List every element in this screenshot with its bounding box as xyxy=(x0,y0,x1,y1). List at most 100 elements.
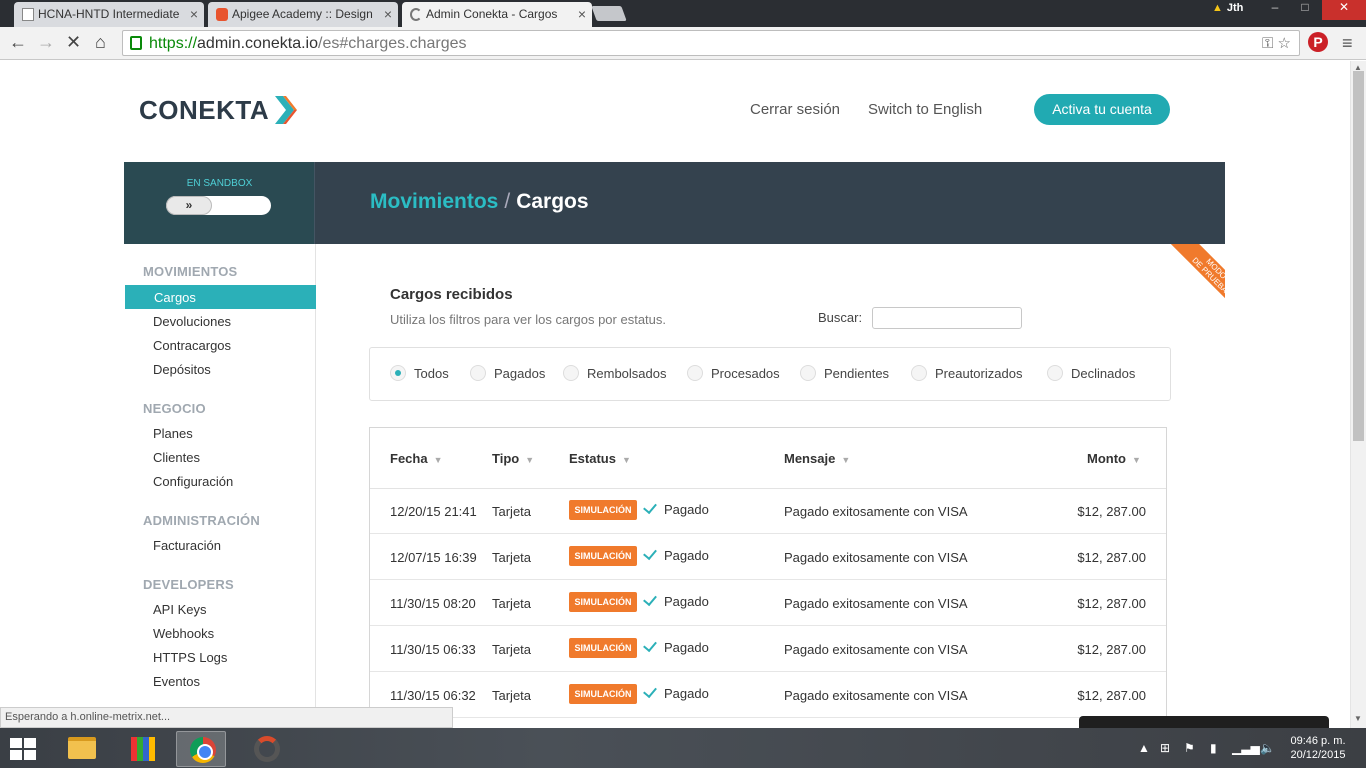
filter-preautorizados[interactable]: Preautorizados xyxy=(911,365,1022,381)
forward-icon[interactable]: → xyxy=(37,32,55,53)
radio-icon[interactable] xyxy=(1047,365,1063,381)
windows-start-icon[interactable] xyxy=(10,738,38,760)
radio-icon[interactable] xyxy=(563,365,579,381)
radio-icon[interactable] xyxy=(687,365,703,381)
pinterest-icon[interactable]: P xyxy=(1308,32,1328,52)
simulation-badge: SIMULACIÓN xyxy=(569,500,637,520)
bookmark-star-icon[interactable]: ☆ xyxy=(1278,35,1291,52)
taskbar-store[interactable] xyxy=(118,731,168,767)
sidebar-item-clientes[interactable]: Clientes xyxy=(124,445,315,469)
table-row[interactable]: 12/07/15 16:39 Tarjeta SIMULACIÓN Pagado… xyxy=(370,534,1166,580)
browser-status-bar: Esperando a h.online-metrix.net... xyxy=(0,707,453,728)
filter-rembolsados[interactable]: Rembolsados xyxy=(563,365,667,381)
tab-hcna[interactable]: HCNA-HNTD Intermediate × xyxy=(14,2,204,27)
profile-name: Jth xyxy=(1226,2,1244,14)
sidebar-item-api-keys[interactable]: API Keys xyxy=(124,597,315,621)
page-scrollbar[interactable]: ▲ ▼ xyxy=(1350,61,1366,728)
table-row[interactable]: 11/30/15 06:32 Tarjeta SIMULACIÓN Pagado… xyxy=(370,672,1166,718)
sidebar-item-cargos[interactable]: Cargos xyxy=(125,285,316,309)
sidebar-item-contracargos[interactable]: Contracargos xyxy=(124,333,315,357)
scroll-down-icon[interactable]: ▼ xyxy=(1354,714,1362,723)
back-icon[interactable]: ← xyxy=(9,32,27,53)
tray-expand-icon[interactable]: ▲ xyxy=(1138,741,1150,755)
filter-pendientes[interactable]: Pendientes xyxy=(800,365,889,381)
column-fecha[interactable]: Fecha ▼ xyxy=(390,451,443,466)
sidebar-item-configuracion[interactable]: Configuración xyxy=(124,469,315,493)
clock-date: 20/12/2015 xyxy=(1290,749,1346,761)
sidebar-item-facturacion[interactable]: Facturación xyxy=(124,533,315,557)
activate-account-button[interactable]: Activa tu cuenta xyxy=(1034,94,1170,125)
sidebar-item-depositos[interactable]: Depósitos xyxy=(124,357,315,381)
signal-icon[interactable]: ▁▃▅ xyxy=(1232,741,1260,755)
new-tab-button[interactable] xyxy=(591,6,627,21)
close-window-button[interactable]: ✕ xyxy=(1322,0,1366,20)
sidebar-item-eventos[interactable]: Eventos xyxy=(124,669,315,693)
system-clock[interactable]: 09:46 p. m. 20/12/2015 xyxy=(1283,734,1353,762)
cell-monto: $12, 287.00 xyxy=(1077,504,1146,519)
tab-title: Apigee Academy :: Design xyxy=(232,7,373,21)
filter-procesados[interactable]: Procesados xyxy=(687,365,780,381)
toggle-knob-icon[interactable]: » xyxy=(166,196,212,215)
sidebar-item-planes[interactable]: Planes xyxy=(124,421,315,445)
taskbar-app[interactable] xyxy=(242,731,292,767)
sort-caret-icon[interactable]: ▼ xyxy=(434,455,443,465)
browser-menu-icon[interactable]: ≡ xyxy=(1342,33,1353,54)
language-link[interactable]: Switch to English xyxy=(868,101,982,118)
table-row[interactable]: 12/20/15 21:41 Tarjeta SIMULACIÓN Pagado… xyxy=(370,488,1166,534)
sidebar-item-https-logs[interactable]: HTTPS Logs xyxy=(124,645,315,669)
cell-tipo: Tarjeta xyxy=(492,596,532,611)
conekta-logo[interactable]: CONEKTA xyxy=(139,95,269,126)
radio-selected-icon[interactable] xyxy=(390,365,406,381)
page: CONEKTA Cerrar sesión Switch to English … xyxy=(0,61,1350,728)
column-tipo[interactable]: Tipo ▼ xyxy=(492,451,534,466)
table-row[interactable]: 11/30/15 08:20 Tarjeta SIMULACIÓN Pagado… xyxy=(370,580,1166,626)
column-monto[interactable]: Monto ▼ xyxy=(1087,451,1141,466)
column-estatus[interactable]: Estatus ▼ xyxy=(569,451,631,466)
tab-apigee[interactable]: Apigee Academy :: Design × xyxy=(208,2,398,27)
column-label: Estatus xyxy=(569,451,616,466)
chrome-icon xyxy=(190,737,216,763)
radio-icon[interactable] xyxy=(470,365,486,381)
address-bar[interactable]: https://admin.conekta.io/es#charges.char… xyxy=(122,30,1300,56)
minimize-button[interactable]: – xyxy=(1262,0,1288,20)
close-tab-icon[interactable]: × xyxy=(384,6,392,22)
sort-caret-icon[interactable]: ▼ xyxy=(622,455,631,465)
sort-caret-icon[interactable]: ▼ xyxy=(1132,455,1141,465)
radio-icon[interactable] xyxy=(911,365,927,381)
tab-conekta[interactable]: Admin Conekta - Cargos × xyxy=(402,2,592,27)
sandbox-toggle[interactable]: » xyxy=(166,196,271,215)
battery-icon[interactable]: ▮ xyxy=(1210,741,1217,755)
sidebar-heading-developers: DEVELOPERS xyxy=(143,577,234,592)
taskbar-explorer[interactable] xyxy=(56,731,106,767)
stop-icon[interactable]: ✕ xyxy=(66,32,81,53)
taskbar-chrome[interactable] xyxy=(176,731,226,767)
logout-link[interactable]: Cerrar sesión xyxy=(750,101,840,118)
windows-taskbar: ▲ ⊞ ⚑ ▮ ▁▃▅ 🔈 09:46 p. m. 20/12/2015 xyxy=(0,728,1366,768)
sandbox-label: EN SANDBOX xyxy=(186,178,253,189)
filter-pagados[interactable]: Pagados xyxy=(470,365,545,381)
sort-caret-icon[interactable]: ▼ xyxy=(525,455,534,465)
scrollbar-thumb[interactable] xyxy=(1353,71,1364,441)
filter-declinados[interactable]: Declinados xyxy=(1047,365,1135,381)
sidebar-item-webhooks[interactable]: Webhooks xyxy=(124,621,315,645)
close-tab-icon[interactable]: × xyxy=(578,6,586,22)
sort-caret-icon[interactable]: ▼ xyxy=(841,455,850,465)
profile-button[interactable]: ▲ Jth xyxy=(1212,2,1243,14)
sidebar-item-devoluciones[interactable]: Devoluciones xyxy=(124,309,315,333)
home-icon[interactable]: ⌂ xyxy=(95,32,106,53)
column-mensaje[interactable]: Mensaje ▼ xyxy=(784,451,850,466)
sidebar-heading-administracion: ADMINISTRACIÓN xyxy=(143,513,260,528)
breadcrumb-parent[interactable]: Movimientos xyxy=(370,190,498,213)
search-input[interactable] xyxy=(872,307,1022,329)
radio-icon[interactable] xyxy=(800,365,816,381)
table-row[interactable]: 11/30/15 06:33 Tarjeta SIMULACIÓN Pagado… xyxy=(370,626,1166,672)
key-icon[interactable]: ⚿ xyxy=(1262,35,1273,52)
close-tab-icon[interactable]: × xyxy=(190,6,198,22)
flag-icon[interactable]: ⚑ xyxy=(1184,741,1195,755)
maximize-button[interactable]: □ xyxy=(1292,0,1318,20)
windows-tray-icon[interactable]: ⊞ xyxy=(1160,741,1170,755)
cell-fecha: 12/07/15 16:39 xyxy=(390,550,477,565)
folder-icon xyxy=(68,737,96,759)
filter-todos[interactable]: Todos xyxy=(390,365,449,381)
volume-icon[interactable]: 🔈 xyxy=(1260,741,1275,755)
